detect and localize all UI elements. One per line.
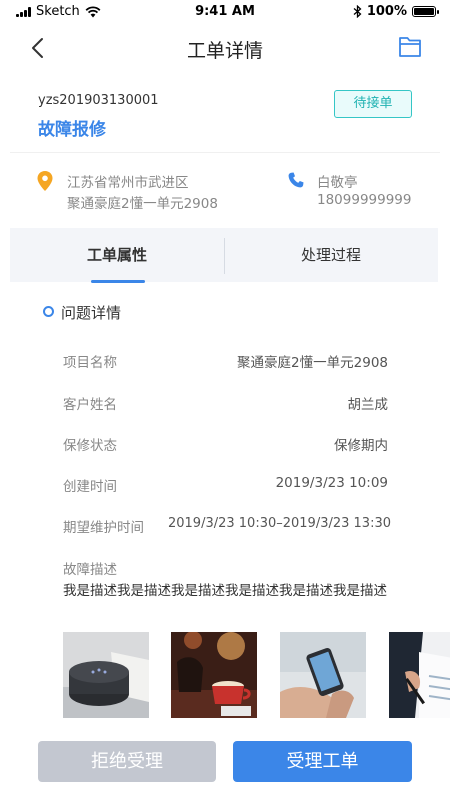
status-bar: Sketch 9:41 AM 100%	[0, 0, 450, 24]
row-value-warranty: 保修期内	[334, 438, 388, 454]
folder-icon[interactable]	[398, 36, 422, 58]
order-type: 故障报修	[38, 120, 106, 140]
battery-icon	[412, 6, 439, 17]
section-title: 问题详情	[61, 304, 122, 322]
description-text: 我是描述我是描述我是描述我是描述我是描述我是描述	[63, 583, 387, 599]
accept-button[interactable]: 受理工单	[233, 741, 412, 782]
row-label-warranty: 保修状态	[63, 438, 117, 454]
latte-cafe-photo[interactable]	[171, 632, 257, 718]
status-badge: 待接单	[334, 90, 412, 118]
row-value-expected: 2019/3/23 10:30–2019/3/23 13:30	[167, 516, 391, 531]
phone-in-hand-photo[interactable]	[280, 632, 366, 718]
status-right: 100%	[353, 4, 439, 19]
tab-bar: 工单属性 处理过程	[10, 228, 438, 283]
contact-phone[interactable]: 18099999999	[317, 192, 411, 208]
phone-icon[interactable]	[288, 172, 304, 188]
description-label: 故障描述	[63, 562, 117, 578]
row-value-created: 2019/3/23 10:09	[275, 475, 388, 491]
battery-percent: 100%	[366, 4, 407, 19]
row-value-customer: 胡兰成	[347, 397, 389, 413]
bluetooth-icon	[353, 5, 362, 18]
nav-bar: 工单详情	[0, 24, 450, 72]
address-line-1: 江苏省常州市武进区	[67, 175, 189, 191]
divider	[10, 152, 440, 153]
photo-strip	[63, 632, 450, 718]
page-title: 工单详情	[186, 40, 263, 62]
row-label-project: 项目名称	[63, 355, 117, 371]
location-pin-icon	[37, 171, 53, 191]
smart-speaker-photo[interactable]	[63, 632, 149, 718]
active-tab-indicator	[91, 280, 145, 283]
row-label-customer: 客户姓名	[63, 397, 117, 413]
section-dot-icon	[43, 306, 54, 317]
business-desk-photo[interactable]	[389, 632, 450, 718]
tab-process[interactable]: 处理过程	[224, 228, 438, 282]
row-value-project: 聚通豪庭2懂一单元2908	[237, 355, 388, 371]
row-label-expected: 期望维护时间	[63, 520, 144, 536]
contact-name: 白敬亭	[317, 175, 358, 191]
order-id: yzs201903130001	[38, 93, 159, 108]
reject-button[interactable]: 拒绝受理	[38, 741, 216, 782]
row-label-created: 创建时间	[63, 479, 117, 495]
tab-order-properties[interactable]: 工单属性	[10, 228, 224, 282]
address-line-2: 聚通豪庭2懂一单元2908	[67, 196, 218, 212]
